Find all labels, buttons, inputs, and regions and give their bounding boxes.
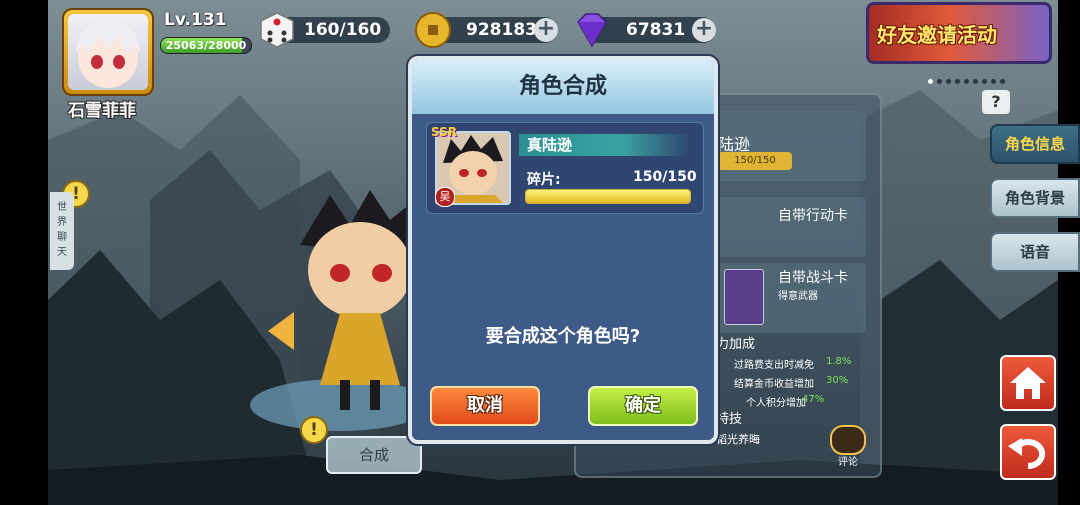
event-banner-label: 好友邀请活动: [877, 23, 997, 47]
bonus-title: 力加成: [716, 337, 756, 352]
character-name: 真陆逊: [527, 136, 573, 154]
action-card-label: 自带行动卡: [778, 208, 848, 224]
home-button[interactable]: [1000, 355, 1056, 411]
left-letterbox: [0, 0, 48, 505]
battle-card-label: 自带战斗卡: [778, 270, 848, 286]
add-coins-button[interactable]: +: [534, 18, 558, 42]
rarity-badge: SSR: [431, 125, 457, 139]
coin-count: 928183: [466, 20, 537, 40]
banner-page-dots: [928, 69, 1009, 84]
home-icon: [1010, 367, 1046, 399]
back-icon: [1008, 438, 1046, 470]
game-scene: 石雪菲菲 Lv.131 25063/28000 160/160 928183 +…: [0, 0, 1080, 505]
bonus-label: 过路费支出时减免: [734, 360, 814, 371]
skill-title: 特技: [716, 412, 743, 427]
tab-character-info[interactable]: 角色信息: [990, 124, 1080, 164]
avatar-drawing: [76, 19, 140, 88]
info-frag-partial: 150/150: [718, 152, 792, 170]
comment-icon[interactable]: [830, 425, 866, 455]
friend-invite-event-banner[interactable]: 好友邀请活动: [866, 2, 1052, 64]
back-button[interactable]: [1000, 424, 1056, 480]
player-name: 石雪菲菲: [68, 101, 136, 121]
bonus-label: 结算金币收益增加: [734, 379, 814, 390]
gem-count: 67831: [626, 20, 686, 40]
tab-voice[interactable]: 语音: [990, 232, 1080, 272]
confirm-question: 要合成这个角色吗?: [485, 326, 641, 347]
fragment-count: 150/150: [633, 169, 697, 185]
exp-bar: 25063/28000: [160, 37, 252, 54]
fragment-label: 碎片:: [527, 172, 561, 188]
comment-label: 评论: [838, 457, 858, 468]
tab-character-background[interactable]: 角色背景: [990, 178, 1080, 218]
faction-badge: 吴: [435, 187, 455, 207]
fragment-progress-bar: [525, 189, 691, 204]
coin-icon: [415, 12, 451, 48]
dialog-header: 角色合成: [412, 60, 714, 114]
player-level: Lv.131: [164, 10, 227, 30]
character-card: SSR 吴 真陆逊 碎片: 150/150: [426, 122, 704, 214]
player-avatar[interactable]: [62, 8, 154, 96]
cancel-button[interactable]: 取消: [430, 386, 540, 426]
gem-icon: [577, 13, 607, 48]
character-name-bar: 真陆逊: [519, 134, 689, 156]
battle-card-sub: 得意武器: [778, 291, 818, 302]
battle-card-image[interactable]: [724, 269, 764, 325]
bonus-value: 30%: [826, 375, 849, 386]
fragment-progress-fill: [526, 190, 690, 203]
dice-icon: [260, 12, 294, 48]
bonus-label: 个人积分增加: [746, 398, 806, 409]
combine-button[interactable]: 合成: [326, 436, 422, 474]
bonus-value: 47%: [802, 394, 825, 405]
help-icon[interactable]: ?: [982, 90, 1010, 114]
dialog-title: 角色合成: [518, 74, 607, 99]
bonus-value: 1.8%: [826, 356, 852, 367]
combine-dialog: 角色合成 SSR 吴 真陆逊 碎片: 150/150 要合成这个角色吗? 取消 …: [408, 56, 718, 444]
world-chat-label: 世界聊天: [57, 202, 67, 258]
alert-icon[interactable]: !: [300, 416, 328, 444]
add-gems-button[interactable]: +: [692, 18, 716, 42]
exp-text: 25063/28000: [165, 39, 247, 52]
world-chat-button[interactable]: 世界聊天: [50, 192, 74, 270]
avatar-portrait: [68, 14, 148, 90]
confirm-button[interactable]: 确定: [588, 386, 698, 426]
skill-name: 韬光养晦: [716, 433, 760, 446]
left-arrow-icon[interactable]: [268, 312, 294, 350]
dice-count: 160/160: [304, 20, 382, 40]
